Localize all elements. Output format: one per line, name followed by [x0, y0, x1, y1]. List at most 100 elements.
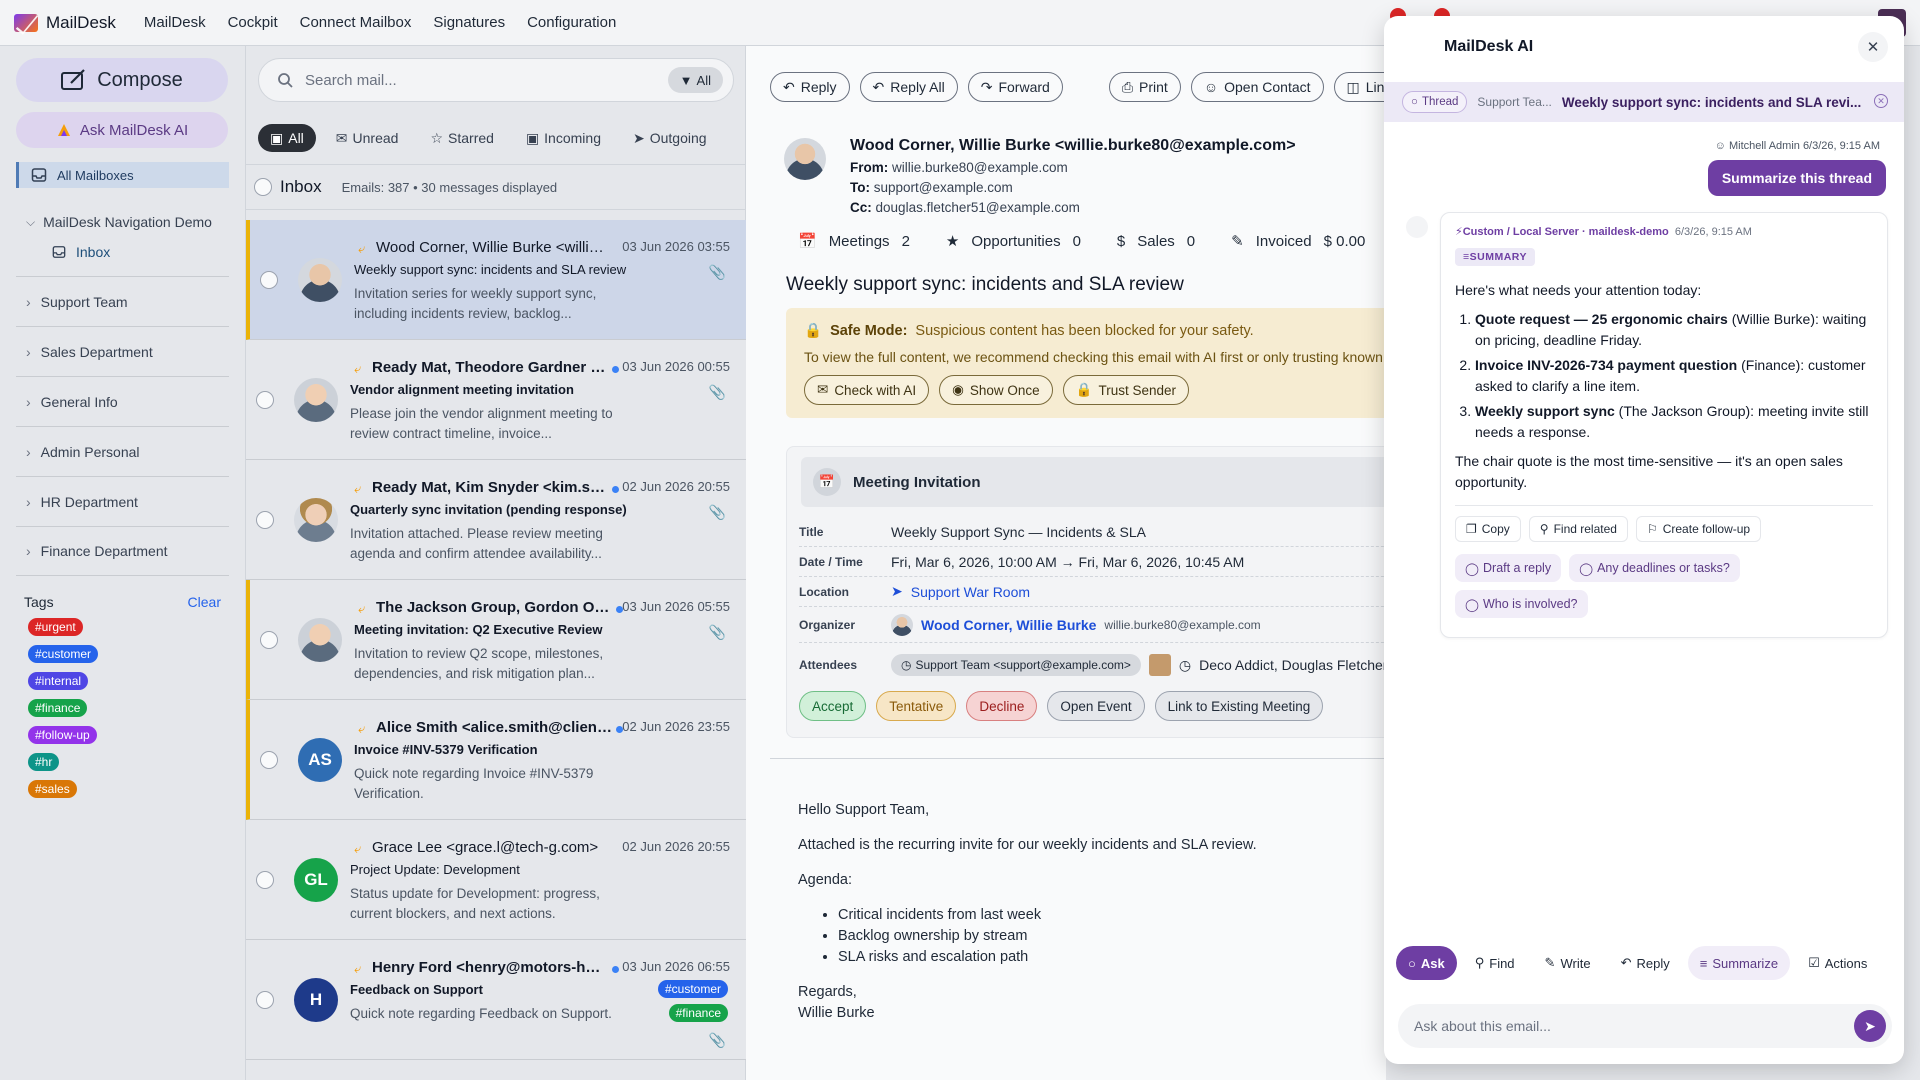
search-filter-dropdown[interactable]: ▼ All	[667, 67, 723, 93]
nav-configuration[interactable]: Configuration	[527, 14, 616, 31]
tag-customer[interactable]: #customer	[657, 980, 728, 998]
tab-write[interactable]: ✎ Write	[1533, 946, 1603, 980]
link-existing-meeting-button[interactable]: Link to Existing Meeting	[1154, 691, 1324, 721]
search-bar[interactable]: Search mail... ▼ All	[258, 58, 734, 102]
trust-sender-button[interactable]: 🔒 Trust Sender	[1062, 375, 1190, 405]
nav-connect-mailbox[interactable]: Connect Mailbox	[300, 14, 412, 31]
thread-context-pill[interactable]: ○ Thread	[1402, 91, 1468, 113]
link-button[interactable]: ◫ Link	[1333, 72, 1386, 102]
ai-chat-input[interactable]: Ask about this email... ➤	[1398, 1004, 1892, 1048]
stat-opportunities[interactable]: ★ Opportunities 0	[946, 232, 1081, 251]
cc-value[interactable]: douglas.fletcher51@example.com	[876, 200, 1080, 215]
message-row[interactable]: ⤶ Ready Mat, Kim Snyder <kim.snyder@exam…	[246, 460, 746, 580]
row-checkbox[interactable]	[260, 751, 278, 769]
tag-sales[interactable]: #sales	[28, 780, 77, 798]
tag-internal[interactable]: #internal	[28, 672, 89, 690]
reply-button[interactable]: ↶ Reply	[770, 72, 850, 102]
tab-reply[interactable]: ↶ Reply	[1609, 946, 1682, 980]
group-admin-personal[interactable]: › Admin Personal	[16, 426, 229, 476]
nav-cockpit[interactable]: Cockpit	[228, 14, 278, 31]
body-intro: Attached is the recurring invite for our…	[798, 837, 1257, 853]
tab-ask[interactable]: ○ Ask	[1396, 946, 1457, 980]
tab-find[interactable]: ⚲ Find	[1463, 946, 1527, 980]
group-support-team[interactable]: › Support Team	[16, 276, 229, 326]
create-follow-up-button[interactable]: ⚐ Create follow-up	[1635, 516, 1762, 542]
open-event-button[interactable]: Open Event	[1047, 691, 1145, 721]
tags-clear-button[interactable]: Clear	[188, 594, 221, 610]
message-row[interactable]: H ⤶ Henry Ford <henry@motors-hq.com> 03 …	[246, 940, 746, 1060]
message-row[interactable]: ⤶ Ready Mat, Theodore Gardner <theodore@…	[246, 340, 746, 460]
group-finance-department[interactable]: › Finance Department	[16, 526, 229, 576]
open-contact-button[interactable]: ☺ Open Contact	[1190, 72, 1324, 102]
row-checkbox[interactable]	[256, 871, 274, 889]
search-icon	[278, 73, 293, 88]
print-button[interactable]: ⎙ Print	[1108, 72, 1181, 102]
send-icon[interactable]: ➤	[1854, 1010, 1886, 1042]
copy-button[interactable]: ❐ Copy	[1455, 516, 1521, 542]
suggestion-deadlines[interactable]: ◯ Any deadlines or tasks?	[1569, 554, 1740, 582]
close-icon[interactable]: ✕	[1858, 32, 1888, 62]
to-value[interactable]: support@example.com	[874, 180, 1013, 195]
app-brand[interactable]: MailDesk	[14, 13, 116, 33]
context-pill-label: Thread	[1421, 96, 1459, 108]
message-row[interactable]: GL ⤶ Grace Lee <grace.l@tech-g.com> 02 J…	[246, 820, 746, 940]
tag-finance[interactable]: #finance	[28, 699, 88, 717]
row-checkbox[interactable]	[256, 511, 274, 529]
group-general-info[interactable]: › General Info	[16, 376, 229, 426]
tag-customer[interactable]: #customer	[28, 645, 99, 663]
sender-avatar	[294, 378, 338, 422]
tag-hr[interactable]: #hr	[28, 753, 60, 771]
row-checkbox[interactable]	[260, 631, 278, 649]
forward-button[interactable]: ↷ Forward	[967, 72, 1063, 102]
compose-button[interactable]: Compose	[16, 58, 228, 102]
all-mailboxes-item[interactable]: All Mailboxes	[16, 162, 229, 188]
filter-incoming[interactable]: ▣ Incoming	[514, 124, 613, 152]
tag-urgent[interactable]: #urgent	[28, 618, 83, 636]
message-date: 03 Jun 2026 06:55	[622, 959, 730, 974]
message-row[interactable]: ⤶ Wood Corner, Willie Burke <willie.burk…	[246, 220, 746, 340]
find-related-button[interactable]: ⚲ Find related	[1528, 516, 1628, 542]
location-link[interactable]: ➤ Support War Room	[891, 583, 1030, 600]
row-checkbox[interactable]	[256, 391, 274, 409]
row-checkbox[interactable]	[256, 991, 274, 1009]
stat-sales[interactable]: $ Sales 0	[1117, 232, 1195, 250]
message-row[interactable]: AS ⤶ Alice Smith <alice.smith@client.com…	[246, 700, 746, 820]
check-with-ai-button[interactable]: ✉ Check with AI	[804, 375, 930, 405]
stat-invoiced[interactable]: ✎ Invoiced $ 0.00	[1231, 232, 1365, 251]
tab-summarize[interactable]: ≡ Summarize	[1687, 946, 1791, 980]
attendee-chip[interactable]: ◷ Support Team <support@example.com>	[891, 654, 1141, 676]
tentative-button[interactable]: Tentative	[876, 691, 957, 721]
mailbox-group-demo[interactable]: ⌵ MailDesk Navigation Demo	[16, 214, 229, 230]
search-input[interactable]: Search mail...	[305, 72, 397, 89]
accept-button[interactable]: Accept	[799, 691, 867, 721]
tag-follow-up[interactable]: #follow-up	[28, 726, 97, 744]
message-from: Ready Mat, Theodore Gardner <theodore@ex…	[372, 359, 608, 376]
nav-maildesk[interactable]: MailDesk	[144, 14, 206, 31]
filter-unread[interactable]: ✉ Unread	[324, 124, 411, 152]
organizer-link[interactable]: Wood Corner, Willie Burke	[921, 617, 1096, 633]
row-checkbox[interactable]	[260, 271, 278, 289]
suggestion-draft-reply[interactable]: ◯ Draft a reply	[1455, 554, 1562, 582]
cc-line: Cc: douglas.fletcher51@example.com	[850, 200, 1080, 215]
ask-ai-button[interactable]: Ask MailDesk AI	[16, 112, 228, 148]
suggestion-who-involved[interactable]: ◯ Who is involved?	[1455, 590, 1588, 618]
tab-actions[interactable]: ☑ Actions	[1796, 946, 1879, 980]
filter-all[interactable]: ▣ All	[258, 124, 316, 152]
group-sales-department[interactable]: › Sales Department	[16, 326, 229, 376]
filter-starred[interactable]: ☆ Starred	[418, 124, 505, 152]
nav-signatures[interactable]: Signatures	[433, 14, 505, 31]
message-date: 03 Jun 2026 05:55	[622, 599, 730, 614]
reply-all-button[interactable]: ↶ Reply All	[859, 72, 958, 102]
stat-meetings[interactable]: 📅 Meetings 2	[798, 232, 910, 251]
group-hr-department[interactable]: › HR Department	[16, 476, 229, 526]
message-preview: Invitation to review Q2 scope, milestone…	[354, 646, 604, 681]
decline-button[interactable]: Decline	[966, 691, 1038, 721]
select-all-checkbox[interactable]	[254, 178, 272, 196]
filter-outgoing[interactable]: ➤ Outgoing	[621, 124, 719, 152]
clear-context-icon[interactable]: ✕	[1874, 94, 1888, 108]
inbox-folder[interactable]: Inbox	[16, 244, 229, 260]
show-once-button[interactable]: ◉ Show Once	[939, 375, 1053, 405]
from-value[interactable]: willie.burke80@example.com	[892, 160, 1068, 175]
message-row[interactable]: ⤶ The Jackson Group, Gordon Owens <gordo…	[246, 580, 746, 700]
tag-finance[interactable]: #finance	[668, 1004, 728, 1022]
